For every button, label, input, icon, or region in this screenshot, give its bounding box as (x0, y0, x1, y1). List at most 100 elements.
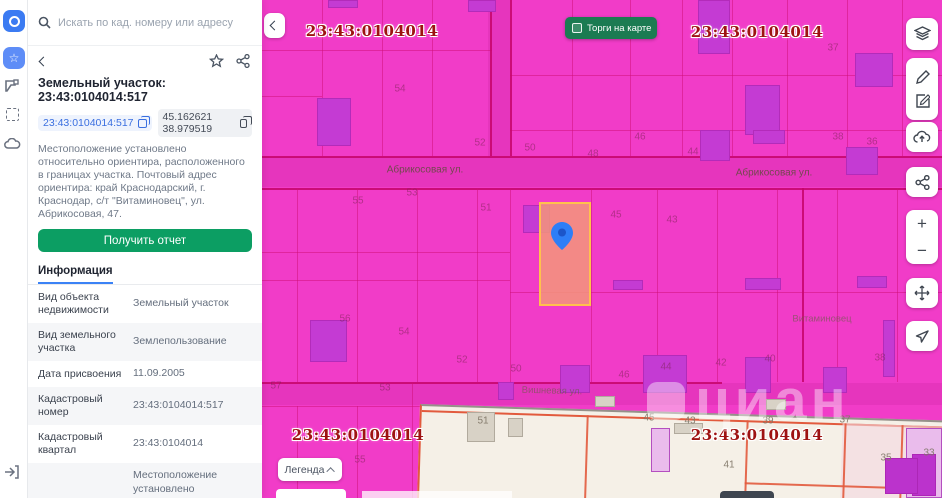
navigation-arrow-icon (915, 329, 930, 344)
edit-note-icon[interactable] (915, 93, 930, 108)
parcel-number: 54 (398, 327, 409, 338)
tab-bar: Информация (28, 261, 262, 285)
table-row: Вид земельного участка Землепользование (28, 323, 262, 361)
row-value: 23:43:0104014 (133, 437, 252, 451)
zoom-in-button[interactable]: + (917, 215, 927, 232)
login-icon[interactable] (4, 465, 19, 479)
pencil-icon[interactable] (915, 70, 930, 85)
cadastral-number-link[interactable]: 23:43:0104014:517 (43, 117, 134, 129)
parcel-number: 52 (456, 355, 467, 366)
parcel-number: 54 (394, 84, 405, 95)
draw-edit-button-group[interactable] (906, 58, 938, 120)
row-label: Вид земельного участка (38, 329, 133, 355)
cloud-upload-icon (913, 130, 931, 144)
favorites-button[interactable]: ☆ (3, 47, 25, 69)
map-canvas[interactable]: 23:43:0104014 23:43:0104014 23:43:010401… (262, 0, 942, 498)
search-icon (38, 16, 51, 29)
parcel-number: 53 (406, 188, 417, 199)
object-description: Местоположение установлено относительно … (38, 143, 252, 221)
search-input[interactable] (58, 17, 252, 29)
select-area-icon[interactable] (6, 108, 19, 121)
row-label: Кадастровый квартал (38, 431, 133, 457)
parcel-number: 35 (880, 453, 891, 464)
street-label: Абрикосовая ул. (736, 168, 813, 179)
quarter-label: 23:43:0104014 (306, 22, 438, 40)
legend-label: Легенда (285, 464, 325, 476)
parcel-number: 43 (666, 215, 677, 226)
layers-icon (914, 26, 931, 42)
scale-bar (362, 491, 512, 498)
parcel-number: 40 (764, 354, 775, 365)
coordinates-readout-chip (276, 489, 346, 498)
object-info-panel: Земельный участок: 23:43:0104014:517 23:… (28, 0, 262, 498)
torgi-label: Торги на карте (587, 23, 651, 34)
parcel-number: 55 (352, 196, 363, 207)
favorite-star-icon[interactable] (209, 54, 224, 68)
parcel-number: 44 (660, 362, 671, 373)
row-value: Землепользование (133, 335, 252, 349)
torgi-toggle-button[interactable]: Торги на карте (565, 17, 657, 39)
parcel-number: 48 (587, 149, 598, 160)
parcel-number: 37 (839, 415, 850, 426)
zoom-control: + − (906, 210, 938, 264)
layers-button[interactable] (906, 18, 938, 50)
table-row: Кадастровый номер 23:43:0104014:517 (28, 387, 262, 425)
quarter-label: 23:43:0104014 (292, 426, 424, 444)
share-map-button[interactable] (906, 167, 938, 197)
my-location-button[interactable] (906, 321, 938, 351)
basemap-switcher[interactable] (720, 491, 774, 498)
row-label: Кадастровый номер (38, 393, 133, 419)
copy-icon[interactable] (240, 119, 247, 128)
upload-button[interactable] (906, 122, 938, 152)
parcel-numbers-layer: 5250484644383637545553514543565452505753… (262, 0, 942, 498)
parcel-number: 38 (832, 132, 843, 143)
star-icon: ☆ (9, 51, 20, 65)
chevron-left-icon (270, 21, 280, 31)
location-pin-icon (551, 222, 573, 250)
tab-information[interactable]: Информация (38, 265, 113, 284)
parcel-number: 33 (923, 448, 934, 459)
parcel-number: 57 (270, 381, 281, 392)
parcel-number: 42 (715, 358, 726, 369)
cloud-icon[interactable] (4, 138, 21, 150)
parcel-number: 55 (354, 455, 365, 466)
street-label: Абрикосовая ул. (387, 165, 464, 176)
copy-icon[interactable] (138, 119, 147, 128)
row-label: Вид объекта недвижимости (38, 291, 133, 317)
parcel-number: 45 (610, 210, 621, 221)
table-row: Вид объекта недвижимости Земельный участ… (28, 285, 262, 323)
parcel-number: 53 (379, 383, 390, 394)
coordinates-chip[interactable]: 45.162621 38.979519 (158, 109, 252, 137)
zoom-out-button[interactable]: − (917, 242, 927, 259)
collapse-panel-button[interactable] (264, 13, 285, 38)
row-label: Дата присвоения (38, 368, 133, 381)
app-logo[interactable] (3, 10, 25, 32)
left-icon-rail: ☆ (0, 0, 28, 498)
parcel-number: 44 (687, 147, 698, 158)
parcel-number: 36 (866, 137, 877, 148)
back-chevron-icon[interactable] (39, 56, 49, 66)
table-row: Кадастровый квартал 23:43:0104014 (28, 425, 262, 463)
parcel-number: 41 (723, 460, 734, 471)
search-bar (28, 0, 262, 46)
parcel-number: 51 (480, 203, 491, 214)
share-icon (915, 175, 930, 190)
share-icon[interactable] (236, 54, 250, 68)
pan-button[interactable] (906, 278, 938, 308)
legend-button[interactable]: Легенда (278, 458, 342, 481)
parcel-number: 46 (618, 370, 629, 381)
panel-header (28, 52, 262, 70)
table-row: Дата присвоения 11.09.2005 (28, 361, 262, 387)
area-measure-icon[interactable] (4, 79, 20, 93)
parcel-number: 51 (477, 416, 488, 427)
row-value: 23:43:0104014:517 (133, 399, 252, 413)
checkbox-icon (572, 23, 582, 33)
parcel-number: 56 (339, 314, 350, 325)
chevron-up-icon (327, 467, 335, 475)
get-report-button[interactable]: Получить отчет (38, 229, 252, 252)
coordinates-value: 45.162621 38.979519 (163, 111, 236, 135)
chips-row: 23:43:0104014:517 45.162621 38.979519 (38, 109, 252, 137)
cadastral-number-chip[interactable]: 23:43:0104014:517 (38, 115, 152, 131)
parcel-number: 38 (874, 353, 885, 364)
parcel-number: 45 (643, 413, 654, 424)
